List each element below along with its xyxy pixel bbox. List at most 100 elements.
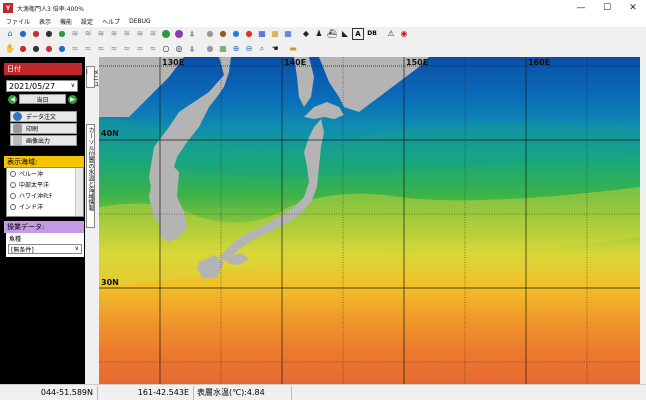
drop-blue2-icon[interactable]: ● — [230, 28, 242, 40]
region-label: インド洋 — [19, 204, 44, 211]
drop-blue-icon[interactable]: ● — [17, 28, 29, 40]
wave-icon[interactable]: ≈ — [69, 43, 81, 55]
fish-icon[interactable]: ◆ — [300, 28, 312, 40]
wave-icon[interactable]: ≈ — [82, 43, 94, 55]
dolphin-icon[interactable]: ◣ — [339, 28, 351, 40]
wave-icon[interactable]: ≈ — [147, 43, 159, 55]
today-button[interactable]: 当日 — [19, 94, 66, 104]
radio-icon — [10, 181, 16, 188]
grid-map-icon[interactable]: ▦ — [282, 28, 294, 40]
status-longitude: 161-42.543E — [98, 385, 194, 400]
text-icon[interactable]: A — [352, 28, 364, 40]
pan-hand-icon[interactable]: ☚ — [269, 43, 281, 55]
circle-double-icon[interactable]: ◎ — [173, 43, 185, 55]
drop-blue-icon[interactable]: ● — [56, 43, 68, 55]
drop-dark-icon[interactable]: ● — [30, 43, 42, 55]
circle-icon[interactable]: ○ — [160, 43, 172, 55]
app-icon: Y — [3, 3, 13, 13]
globe-icon — [13, 112, 22, 121]
drop-red-icon[interactable]: ● — [17, 43, 29, 55]
drop-gray-icon[interactable]: ● — [204, 43, 216, 55]
home-icon[interactable]: ⌂ — [4, 28, 16, 40]
drop-dark-icon[interactable]: ● — [43, 28, 55, 40]
region-item-peru[interactable]: ペルー沖 — [7, 168, 83, 179]
prev-day-button[interactable]: ◀ — [8, 95, 17, 104]
drop-red-icon[interactable]: ● — [30, 28, 42, 40]
ruler-icon[interactable]: ▬ — [287, 43, 299, 55]
date-dropdown[interactable]: 2021/05/27 ∨ — [6, 80, 78, 92]
next-day-button[interactable]: ▶ — [68, 95, 77, 104]
fish-school-icon[interactable]: ≋ — [82, 28, 94, 40]
drop-red3-icon[interactable]: ● — [43, 43, 55, 55]
grid-blue-icon[interactable]: ▦ — [256, 28, 268, 40]
date-header: 日付 — [4, 63, 82, 75]
menu-settings[interactable]: 設定 — [81, 17, 93, 26]
region-item-hawaii[interactable]: ハワイ沖ﾀﾋﾁ — [7, 190, 83, 201]
satellite-icon[interactable]: ◉ — [398, 28, 410, 40]
data-order-button[interactable]: データ注文 — [10, 111, 77, 122]
menu-help[interactable]: ヘルプ — [102, 17, 120, 26]
grid-yellow-icon[interactable]: ▦ — [269, 28, 281, 40]
region-item-indian-ocean[interactable]: インド洋 — [7, 201, 83, 212]
ship-icon[interactable]: ⛴ — [326, 28, 338, 40]
fish-school-icon[interactable]: ≋ — [69, 28, 81, 40]
chevron-down-icon: ∨ — [74, 245, 79, 252]
drop-green-icon[interactable]: ● — [56, 28, 68, 40]
hand-icon[interactable]: ✋ — [4, 43, 16, 55]
search-header: 操業データ: — [4, 221, 84, 233]
image-output-button[interactable]: 画像出力 — [10, 135, 77, 146]
menu-file[interactable]: ファイル — [6, 17, 30, 26]
minimize-button[interactable]: — — [568, 0, 594, 16]
radio-icon — [10, 192, 16, 199]
wave-icon[interactable]: ≈ — [108, 43, 120, 55]
lon-label-160e: 160E — [528, 58, 551, 67]
grid-green-icon[interactable]: ▦ — [217, 43, 229, 55]
fish-dropdown[interactable]: [無条件] ∨ — [8, 244, 82, 254]
db-icon[interactable]: DB — [365, 28, 379, 40]
fish-school-icon[interactable]: ≋ — [147, 28, 159, 40]
zoom-in-icon[interactable]: ⊕ — [230, 43, 242, 55]
drop-gray-icon[interactable]: ● — [204, 28, 216, 40]
lon-label-140e: 140E — [284, 58, 307, 67]
region-scrollbar[interactable] — [75, 168, 83, 216]
date-value: 2021/05/27 — [9, 81, 56, 91]
dot-purple-icon[interactable] — [173, 28, 185, 40]
search-icon[interactable]: ⌕ — [256, 43, 268, 55]
radio-icon — [10, 170, 16, 177]
wave-icon[interactable]: ≈ — [95, 43, 107, 55]
chevron-down-icon: ∨ — [70, 82, 75, 89]
region-item-central-pacific[interactable]: 中部太平洋 — [7, 179, 83, 190]
drop-brown-icon[interactable]: ● — [217, 28, 229, 40]
fish-school-icon[interactable]: ≋ — [108, 28, 120, 40]
printer-icon — [13, 124, 22, 133]
fish-school-icon[interactable]: ≋ — [121, 28, 133, 40]
zoom-out-icon[interactable]: ⊖ — [243, 43, 255, 55]
wave-icon[interactable]: ≈ — [121, 43, 133, 55]
compass2-icon[interactable]: ⍋ — [186, 43, 198, 55]
fish-school-icon[interactable]: ≋ — [95, 28, 107, 40]
fish-school-icon[interactable]: ≋ — [134, 28, 146, 40]
region-label: 中部太平洋 — [19, 182, 50, 189]
region-list: ペルー沖 中部太平洋 ハワイ沖ﾀﾋﾁ インド洋 — [6, 167, 84, 217]
info-vertical-tab[interactable]: カーソル位置の水温と海域情報 — [86, 124, 95, 228]
menu-functions[interactable]: 機能 — [60, 17, 72, 26]
menu-view[interactable]: 表示 — [39, 17, 51, 26]
menu-debug[interactable]: DEBUG — [129, 18, 151, 25]
lon-label-150e: 150E — [406, 58, 429, 67]
sea-temperature-map[interactable]: 130E 140E 150E 160E 40N 30N — [99, 57, 640, 384]
status-bar: 044-51.589N 161-42.543E 表層水温(℃):4.84 — [0, 384, 646, 400]
buoy-icon[interactable]: ♟ — [313, 28, 325, 40]
fish-label: 魚種 — [9, 236, 22, 243]
dot-green-icon[interactable] — [160, 28, 172, 40]
radio-icon — [10, 203, 16, 210]
close-button[interactable]: ✕ — [620, 0, 646, 16]
warning-icon[interactable]: ⚠ — [385, 28, 397, 40]
region-label: ペルー沖 — [19, 171, 44, 178]
wave-icon[interactable]: ≈ — [134, 43, 146, 55]
menu-vertical-tab[interactable]: メニュー — [83, 66, 99, 88]
compass-icon[interactable]: ⍋ — [186, 28, 198, 40]
drop-red2-icon[interactable]: ● — [243, 28, 255, 40]
maximize-button[interactable]: ☐ — [594, 0, 620, 16]
toolbar-secondary: ✋ ● ● ● ● ≈ ≈ ≈ ≈ ≈ ≈ ≈ ○ ◎ ⍋ ● ▦ ⊕ ⊖ ⌕ … — [4, 42, 300, 56]
print-button[interactable]: 印刷 — [10, 123, 77, 134]
